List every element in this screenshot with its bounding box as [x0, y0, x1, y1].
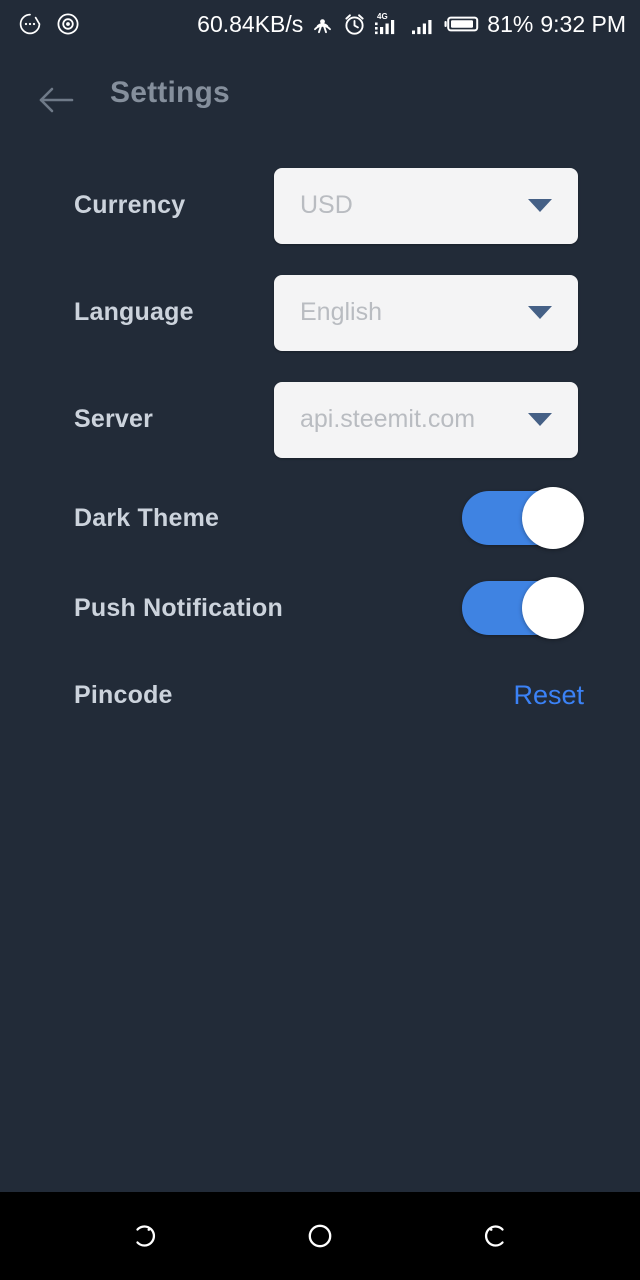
settings-row-currency: Currency USD — [0, 152, 640, 259]
settings-row-server: Server api.steemit.com — [0, 366, 640, 473]
settings-label-server: Server — [74, 405, 154, 433]
chevron-down-icon — [528, 413, 552, 426]
settings-label-pincode: Pincode — [74, 680, 173, 709]
settings-list: Currency USD Language English Server api… — [0, 152, 640, 737]
dark-theme-toggle[interactable] — [462, 487, 584, 549]
chevron-down-icon — [528, 199, 552, 212]
record-circle-icon — [56, 12, 80, 36]
chevron-down-icon — [528, 306, 552, 319]
currency-dropdown[interactable]: USD — [274, 167, 578, 244]
language-dropdown[interactable]: English — [274, 274, 578, 351]
pincode-reset-button[interactable]: Reset — [513, 680, 584, 711]
toggle-knob — [522, 577, 584, 639]
currency-value: USD — [300, 191, 353, 219]
svg-text:4G: 4G — [377, 12, 388, 21]
phone-screen: 60.84KB/s 4G 81% 9:32 PM Settings Curren… — [0, 0, 640, 1280]
chat-bubble-icon — [18, 12, 42, 36]
server-value: api.steemit.com — [300, 405, 476, 433]
status-bar: 60.84KB/s 4G 81% 9:32 PM — [0, 0, 640, 48]
hotspot-icon — [310, 12, 335, 37]
status-bar-left-icons — [18, 12, 80, 36]
system-navigation-bar — [0, 1192, 640, 1280]
network-speed-text: 60.84KB/s — [197, 10, 304, 37]
nav-home-icon[interactable] — [275, 1192, 365, 1280]
nav-back-icon[interactable] — [452, 1192, 542, 1280]
battery-icon — [444, 13, 480, 35]
alarm-clock-icon — [342, 12, 367, 37]
page-title: Settings — [110, 76, 230, 109]
settings-row-language: Language English — [0, 259, 640, 366]
signal-4g-icon: 4G — [374, 11, 404, 37]
toggle-knob — [522, 487, 584, 549]
settings-row-push-notification: Push Notification — [0, 563, 640, 653]
nav-recents-icon[interactable] — [98, 1192, 188, 1280]
battery-percent-text: 81% — [487, 10, 534, 37]
settings-row-pincode: Pincode Reset — [0, 653, 640, 737]
settings-label-currency: Currency — [74, 191, 186, 219]
settings-row-dark-theme: Dark Theme — [0, 473, 640, 563]
back-arrow-icon[interactable] — [30, 74, 82, 126]
clock-text: 9:32 PM — [540, 10, 626, 37]
language-value: English — [300, 298, 382, 326]
settings-label-dark-theme: Dark Theme — [74, 503, 220, 532]
signal-bars-icon — [411, 11, 437, 37]
settings-label-language: Language — [74, 298, 194, 326]
settings-label-push-notification: Push Notification — [74, 593, 283, 622]
push-notification-toggle[interactable] — [462, 577, 584, 639]
server-dropdown[interactable]: api.steemit.com — [274, 381, 578, 458]
app-header: Settings — [0, 48, 640, 152]
status-bar-right-cluster: 60.84KB/s 4G 81% 9:32 PM — [197, 11, 626, 38]
